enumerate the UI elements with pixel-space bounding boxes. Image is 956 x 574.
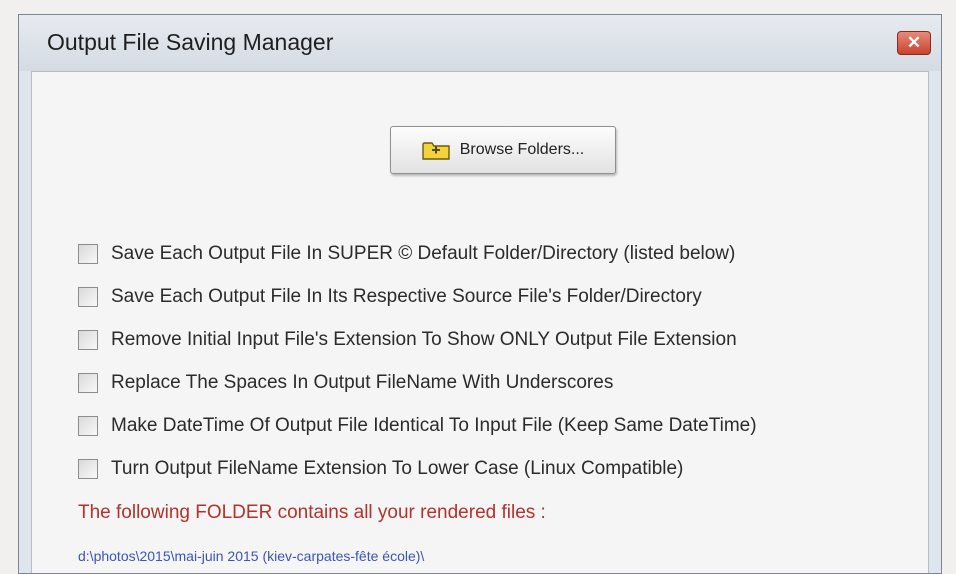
output-folder-heading: The following FOLDER contains all your r… <box>78 502 546 523</box>
checkbox[interactable] <box>78 415 98 436</box>
options-list: Save Each Output File In SUPER © Default… <box>78 232 757 490</box>
folder-icon <box>422 142 450 160</box>
checkbox[interactable] <box>78 372 98 393</box>
option-remove-input-extension[interactable]: Remove Initial Input File's Extension To… <box>78 318 757 361</box>
option-label: Remove Initial Input File's Extension To… <box>111 328 737 350</box>
option-label: Turn Output FileName Extension To Lower … <box>111 457 684 479</box>
browse-folders-label: Browse Folders... <box>459 141 585 158</box>
option-label: Make DateTime Of Output File Identical T… <box>111 414 757 436</box>
option-replace-spaces[interactable]: Replace The Spaces In Output FileName Wi… <box>78 361 757 404</box>
dialog-body: Browse Folders... Save Each Output File … <box>31 71 929 573</box>
checkbox[interactable] <box>78 286 98 307</box>
browse-folders-button[interactable]: Browse Folders... <box>390 126 616 174</box>
option-lowercase-extension[interactable]: Turn Output FileName Extension To Lower … <box>78 447 757 490</box>
window-title: Output File Saving Manager <box>47 29 334 55</box>
option-source-folder[interactable]: Save Each Output File In Its Respective … <box>78 275 757 318</box>
checkbox[interactable] <box>78 329 98 350</box>
option-label: Save Each Output File In SUPER © Default… <box>111 242 736 264</box>
output-folder-path-link[interactable]: d:\photos\2015\mai-juin 2015 (kiev-carpa… <box>78 548 424 564</box>
checkbox[interactable] <box>78 243 98 264</box>
option-keep-datetime[interactable]: Make DateTime Of Output File Identical T… <box>78 404 757 447</box>
output-file-saving-manager-window: Output File Saving Manager ✕ Browse Fold… <box>18 14 942 574</box>
close-icon: ✕ <box>906 33 922 52</box>
close-button[interactable]: ✕ <box>897 31 931 55</box>
option-label: Save Each Output File In Its Respective … <box>111 285 702 307</box>
option-label: Replace The Spaces In Output FileName Wi… <box>111 371 614 393</box>
option-default-folder[interactable]: Save Each Output File In SUPER © Default… <box>78 232 757 275</box>
checkbox[interactable] <box>78 458 98 479</box>
title-bar[interactable]: Output File Saving Manager ✕ <box>19 15 941 71</box>
